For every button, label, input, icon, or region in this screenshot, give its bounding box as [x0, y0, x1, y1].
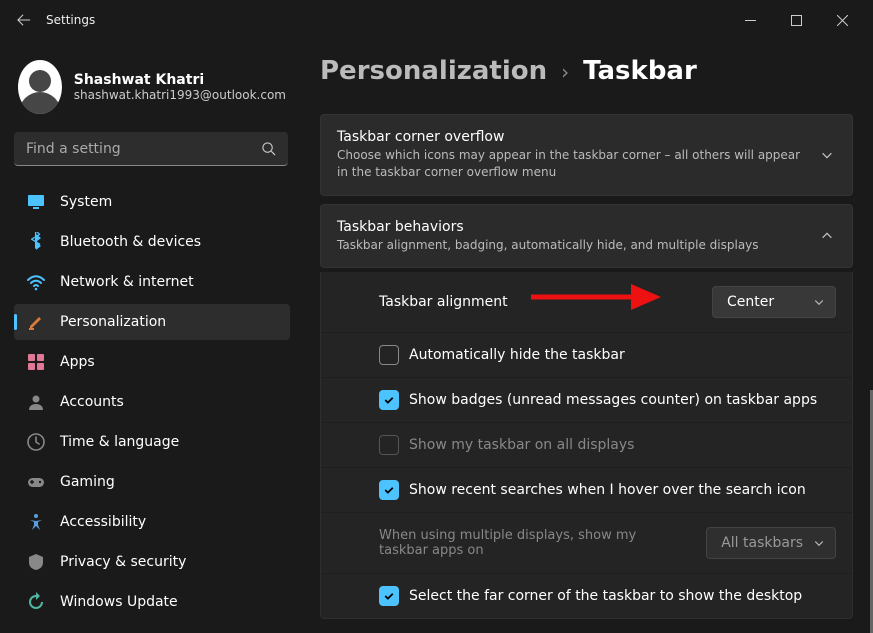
bluetooth-icon: [26, 232, 46, 252]
row-far-corner[interactable]: Select the far corner of the taskbar to …: [321, 574, 852, 618]
minimize-button[interactable]: [727, 4, 773, 36]
sidebar-item-label: Accounts: [60, 394, 124, 410]
breadcrumb-parent[interactable]: Personalization: [320, 56, 547, 86]
card-subtitle: Choose which icons may appear in the tas…: [337, 147, 804, 181]
row-recent-searches[interactable]: Show recent searches when I hover over t…: [321, 468, 852, 513]
profile-block[interactable]: Shashwat Khatri shashwat.khatri1993@outl…: [14, 54, 290, 132]
dropdown-multi-display: All taskbars: [706, 527, 836, 559]
sidebar-item-label: Apps: [60, 354, 95, 370]
update-icon: [26, 592, 46, 612]
sidebar-item-label: Network & internet: [60, 274, 194, 290]
chevron-down-icon: [813, 296, 825, 308]
card-title: Taskbar behaviors: [337, 219, 804, 235]
sidebar-item-label: Gaming: [60, 474, 115, 490]
annotation-arrow: [531, 282, 661, 312]
sidebar-item-label: System: [60, 194, 112, 210]
shield-icon: [26, 552, 46, 572]
chevron-down-icon: [820, 148, 834, 162]
row-show-badges[interactable]: Show badges (unread messages counter) on…: [321, 378, 852, 423]
access-icon: [26, 512, 46, 532]
sidebar-item-accessibility[interactable]: Accessibility: [14, 504, 290, 540]
sidebar-item-personalization[interactable]: Personalization: [14, 304, 290, 340]
sidebar-item-label: Accessibility: [60, 514, 146, 530]
sidebar-item-time-language[interactable]: Time & language: [14, 424, 290, 460]
monitor-icon: [26, 192, 46, 212]
checkbox[interactable]: [379, 586, 399, 606]
chevron-right-icon: ›: [561, 60, 569, 84]
card-taskbar-behaviors[interactable]: Taskbar behaviors Taskbar alignment, bad…: [320, 204, 853, 269]
search-field[interactable]: [26, 141, 261, 157]
row-auto-hide[interactable]: Automatically hide the taskbar: [321, 333, 852, 378]
brush-icon: [26, 312, 46, 332]
dropdown-taskbar-alignment[interactable]: Center: [712, 286, 836, 318]
card-taskbar-corner-overflow[interactable]: Taskbar corner overflow Choose which ico…: [320, 114, 853, 196]
row-taskbar-alignment: Taskbar alignment Center: [321, 272, 852, 333]
sidebar-item-bluetooth-devices[interactable]: Bluetooth & devices: [14, 224, 290, 260]
gamepad-icon: [26, 472, 46, 492]
profile-name: Shashwat Khatri: [74, 72, 286, 88]
card-title: Taskbar corner overflow: [337, 129, 804, 145]
sidebar-item-apps[interactable]: Apps: [14, 344, 290, 380]
card-subtitle: Taskbar alignment, badging, automaticall…: [337, 237, 804, 254]
breadcrumb-current: Taskbar: [583, 56, 697, 86]
chevron-down-icon: [813, 537, 825, 549]
sidebar-item-label: Windows Update: [60, 594, 178, 610]
checkbox[interactable]: [379, 390, 399, 410]
sidebar-item-network-internet[interactable]: Network & internet: [14, 264, 290, 300]
option-label: Automatically hide the taskbar: [409, 347, 625, 363]
breadcrumb: Personalization › Taskbar: [320, 56, 853, 86]
dropdown-value: Center: [727, 294, 774, 310]
search-input[interactable]: [14, 132, 288, 166]
apps-icon: [26, 352, 46, 372]
option-label: When using multiple displays, show my ta…: [379, 528, 639, 558]
avatar: [18, 60, 62, 114]
option-label: Show my taskbar on all displays: [409, 437, 634, 453]
sidebar-item-system[interactable]: System: [14, 184, 290, 220]
checkbox: [379, 435, 399, 455]
option-label: Show recent searches when I hover over t…: [409, 482, 806, 498]
row-multiple-displays: When using multiple displays, show my ta…: [321, 513, 852, 574]
checkbox[interactable]: [379, 480, 399, 500]
wifi-icon: [26, 272, 46, 292]
search-icon: [261, 141, 276, 156]
sidebar-item-label: Personalization: [60, 314, 166, 330]
checkbox[interactable]: [379, 345, 399, 365]
sidebar-item-label: Bluetooth & devices: [60, 234, 201, 250]
row-show-on-all-displays: Show my taskbar on all displays: [321, 423, 852, 468]
sidebar-item-label: Privacy & security: [60, 554, 186, 570]
window-title: Settings: [46, 13, 95, 27]
maximize-button[interactable]: [773, 4, 819, 36]
clock-icon: [26, 432, 46, 452]
option-label: Select the far corner of the taskbar to …: [409, 588, 802, 604]
close-button[interactable]: [819, 4, 865, 36]
sidebar-item-windows-update[interactable]: Windows Update: [14, 584, 290, 620]
dropdown-value: All taskbars: [721, 535, 803, 551]
person-icon: [26, 392, 46, 412]
sidebar-item-label: Time & language: [60, 434, 179, 450]
chevron-up-icon: [820, 229, 834, 243]
option-label: Show badges (unread messages counter) on…: [409, 392, 817, 408]
back-button[interactable]: [8, 4, 40, 36]
sidebar-item-accounts[interactable]: Accounts: [14, 384, 290, 420]
option-label: Taskbar alignment: [379, 294, 508, 310]
profile-email: shashwat.khatri1993@outlook.com: [74, 88, 286, 102]
sidebar-item-gaming[interactable]: Gaming: [14, 464, 290, 500]
sidebar-item-privacy-security[interactable]: Privacy & security: [14, 544, 290, 580]
